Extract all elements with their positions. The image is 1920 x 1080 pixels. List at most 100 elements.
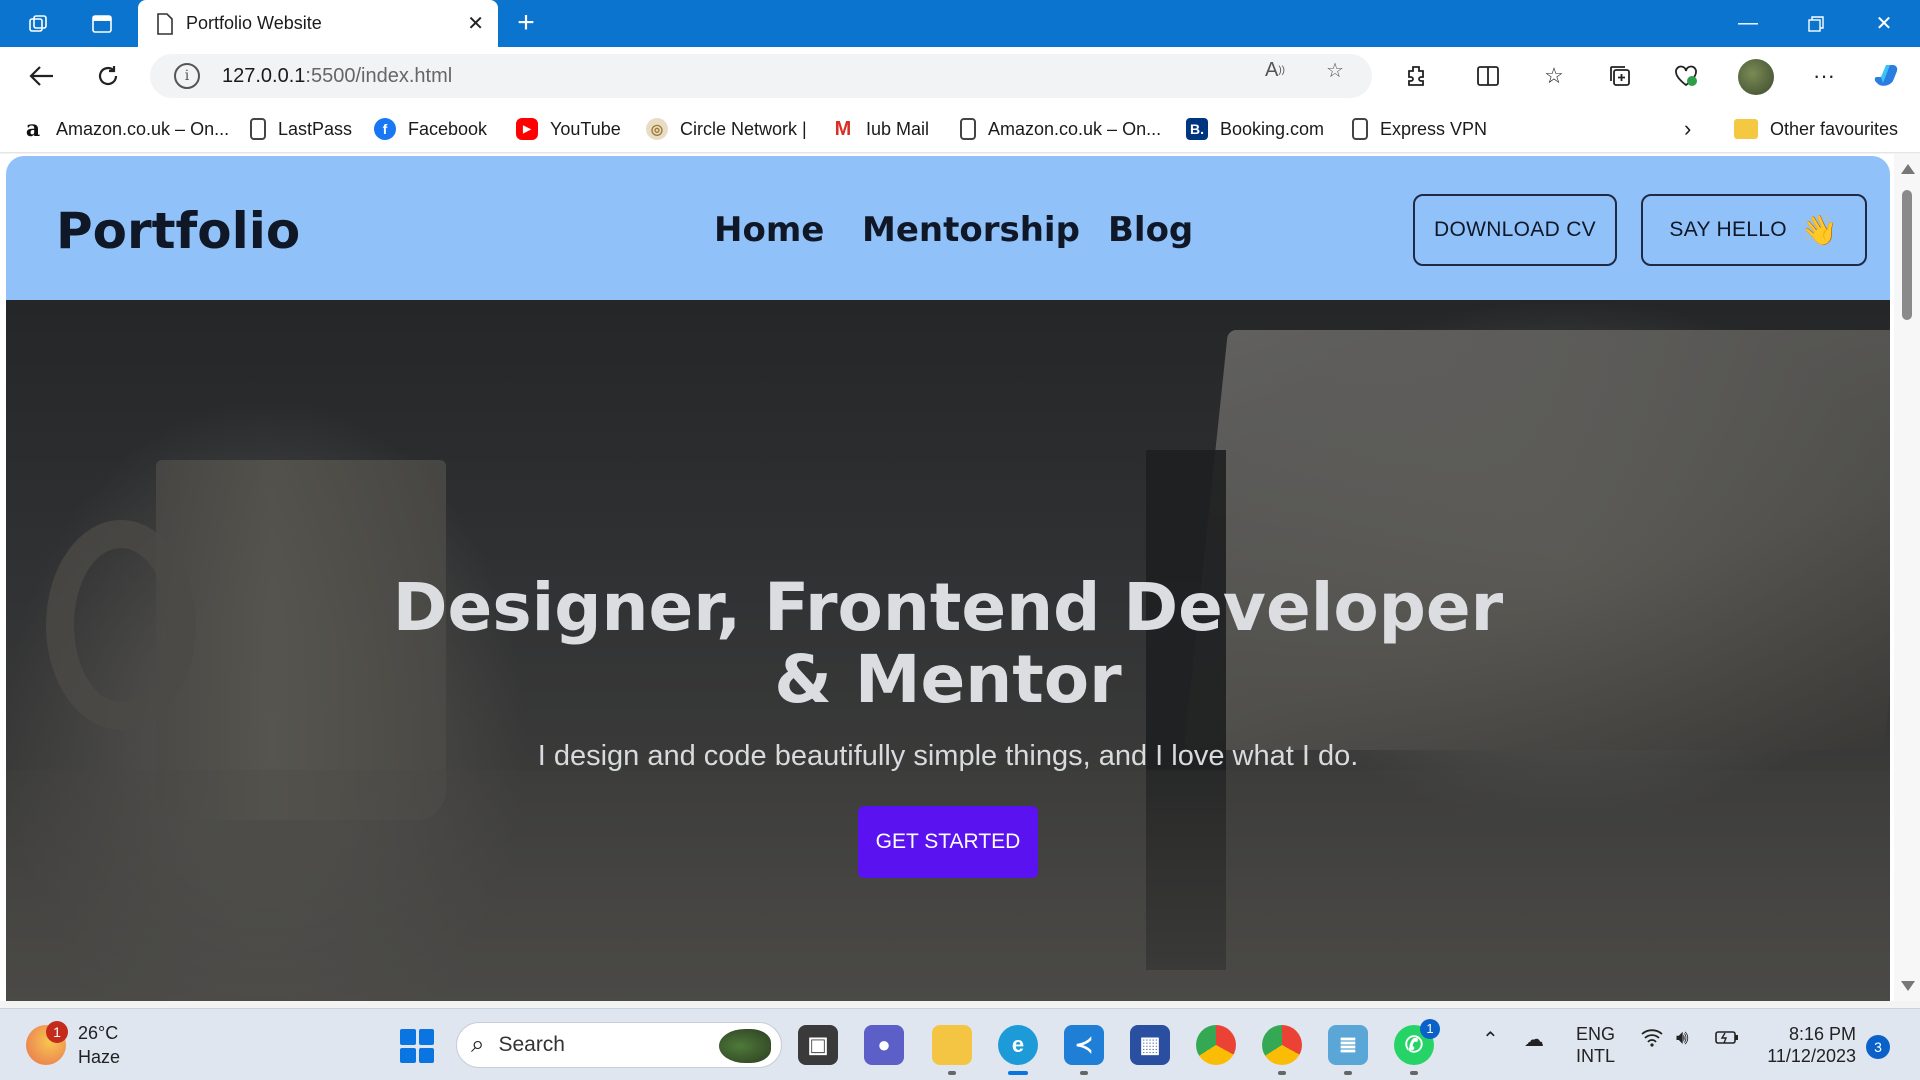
profile-avatar[interactable] — [1738, 59, 1774, 95]
favorite-circle-network[interactable]: ◎ Circle Network | — [646, 115, 807, 143]
nav-blog[interactable]: Blog — [1108, 210, 1193, 250]
volume-icon[interactable]: 🔊︎ — [1676, 1027, 1689, 1050]
microsoft-store-icon[interactable]: ▦ — [1130, 1025, 1170, 1065]
site-logo[interactable]: Portfolio — [56, 202, 300, 260]
close-tab-icon[interactable]: ✕ — [467, 11, 484, 36]
chrome-icon[interactable] — [1196, 1025, 1236, 1065]
tab-portfolio-website[interactable]: Portfolio Website ✕ — [138, 0, 498, 47]
address-bar[interactable]: i 127.0.0.1:5500/index.html — [150, 54, 1372, 98]
hero-title: Designer, Frontend Developer & Mentor — [306, 572, 1590, 716]
document-icon — [250, 118, 266, 140]
whatsapp-icon[interactable]: ✆ 1 — [1394, 1019, 1440, 1065]
site-info-icon[interactable]: i — [174, 63, 200, 89]
nav-home[interactable]: Home — [714, 210, 824, 250]
url-text[interactable]: 127.0.0.1:5500/index.html — [222, 65, 452, 88]
gmail-icon: M — [834, 117, 852, 140]
favorite-lastpass[interactable]: LastPass — [250, 115, 352, 143]
browser-essentials-icon[interactable] — [1668, 58, 1704, 94]
other-favourites[interactable]: Other favourites — [1734, 115, 1898, 143]
circle-network-icon: ◎ — [646, 118, 668, 140]
browser-toolbar: i 127.0.0.1:5500/index.html A)) ☆ ☆ ··· — [0, 47, 1920, 105]
keyboard-layout: INTL — [1576, 1046, 1616, 1066]
collections-icon[interactable] — [1602, 58, 1638, 94]
say-hello-label: SAY HELLO — [1669, 218, 1787, 241]
clock-time: 8:16 PM — [1788, 1024, 1856, 1044]
notepad-icon[interactable]: ≣ — [1328, 1025, 1368, 1065]
show-hidden-icons-chevron-icon[interactable]: ⌃ — [1482, 1027, 1499, 1052]
copilot-icon[interactable] — [1868, 58, 1904, 94]
nav-mentorship[interactable]: Mentorship — [862, 210, 1080, 250]
page-icon — [157, 12, 173, 35]
language-indicator[interactable]: ENG INTL — [1576, 1023, 1615, 1067]
search-icon: ⌕ — [471, 1031, 485, 1058]
get-started-label: GET STARTED — [875, 830, 1021, 853]
hero-section: Designer, Frontend Developer & Mentor I … — [6, 300, 1890, 1001]
page-scrollbar[interactable] — [1894, 154, 1920, 1001]
get-started-button[interactable]: GET STARTED — [858, 806, 1038, 878]
minimize-icon[interactable]: — — [1714, 0, 1782, 47]
page-viewport: Portfolio Home Mentorship Blog DOWNLOAD … — [0, 154, 1920, 1001]
workspaces-icon[interactable] — [20, 6, 56, 42]
tab-actions-icon[interactable] — [84, 6, 120, 42]
taskbar-search[interactable]: ⌕ Search — [456, 1022, 782, 1068]
favorite-facebook[interactable]: f Facebook — [374, 115, 487, 143]
more-options-icon[interactable]: ··· — [1806, 58, 1842, 94]
download-cv-button[interactable]: DOWNLOAD CV — [1413, 194, 1617, 266]
close-window-icon[interactable]: ✕ — [1850, 0, 1918, 47]
favorite-star-icon[interactable]: ☆ — [1322, 57, 1348, 83]
favorite-express-vpn[interactable]: Express VPN — [1352, 115, 1487, 143]
edge-active-indicator — [1008, 1071, 1028, 1075]
vscode-icon[interactable]: ≺ — [1064, 1025, 1104, 1065]
scroll-up-icon[interactable] — [1901, 164, 1915, 174]
hero-background-table — [6, 770, 1890, 1001]
read-aloud-icon[interactable]: A)) — [1262, 57, 1288, 83]
favorite-amazon-1[interactable]: a Amazon.co.uk – On... — [22, 115, 229, 143]
favorites-icon[interactable]: ☆ — [1536, 58, 1572, 94]
youtube-icon: ▶ — [516, 118, 538, 140]
search-highlight-duck-icon — [719, 1029, 771, 1063]
favorites-overflow-chevron-icon[interactable]: › — [1684, 115, 1691, 143]
say-hello-button[interactable]: SAY HELLO 👋 — [1641, 194, 1867, 266]
favorite-iub-mail[interactable]: M Iub Mail — [832, 115, 929, 143]
clock-date: 11/12/2023 — [1767, 1046, 1856, 1066]
edge-browser-icon[interactable]: e — [998, 1025, 1038, 1065]
weather-badge: 1 — [46, 1021, 68, 1043]
language-code: ENG — [1576, 1024, 1616, 1044]
scroll-down-icon[interactable] — [1901, 981, 1915, 991]
document-icon — [1352, 118, 1368, 140]
weather-icon: 1 — [26, 1021, 68, 1065]
browser-titlebar: Portfolio Website ✕ + — ✕ — [0, 0, 1920, 47]
start-button-icon[interactable] — [400, 1029, 434, 1063]
refresh-icon[interactable] — [90, 58, 126, 94]
task-view-icon[interactable]: ▣ — [798, 1025, 838, 1065]
booking-icon: B. — [1186, 118, 1208, 140]
favorite-booking[interactable]: B. Booking.com — [1186, 115, 1324, 143]
weather-widget[interactable]: 1 26°C Haze — [26, 1021, 120, 1069]
site-header: Portfolio Home Mentorship Blog DOWNLOAD … — [6, 156, 1890, 300]
windows-taskbar: 1 26°C Haze ⌕ Search ▣ ● e ≺ ▦ ≣ ✆ 1 ⌃ ☁… — [0, 1008, 1920, 1080]
back-icon[interactable] — [24, 58, 60, 94]
restore-icon[interactable] — [1782, 0, 1850, 47]
system-clock[interactable]: 8:16 PM 11/12/2023 — [1760, 1023, 1856, 1067]
hero-title-line-2: & Mentor — [774, 641, 1122, 718]
onedrive-cloud-icon[interactable]: ☁ — [1524, 1027, 1544, 1052]
teams-chat-icon[interactable]: ● — [864, 1025, 904, 1065]
scrollbar-thumb[interactable] — [1902, 190, 1912, 320]
file-explorer-running-indicator — [948, 1071, 956, 1075]
hero-background-mug-handle — [46, 520, 196, 730]
battery-icon[interactable] — [1714, 1027, 1740, 1053]
favorite-amazon-2[interactable]: Amazon.co.uk – On... — [960, 115, 1161, 143]
new-tab-icon[interactable]: + — [508, 6, 544, 42]
split-screen-icon[interactable] — [1470, 58, 1506, 94]
document-icon — [960, 118, 976, 140]
tab-title: Portfolio Website — [186, 13, 322, 33]
facebook-icon: f — [374, 118, 396, 140]
chrome-profile-icon[interactable] — [1262, 1025, 1302, 1065]
extensions-icon[interactable] — [1398, 58, 1434, 94]
wifi-icon[interactable] — [1640, 1027, 1664, 1053]
weather-temp: 26°C — [78, 1023, 119, 1043]
file-explorer-icon[interactable] — [932, 1025, 972, 1065]
notification-count-badge[interactable]: 3 — [1866, 1035, 1890, 1059]
favorite-youtube[interactable]: ▶ YouTube — [516, 115, 621, 143]
folder-icon — [1734, 119, 1758, 139]
